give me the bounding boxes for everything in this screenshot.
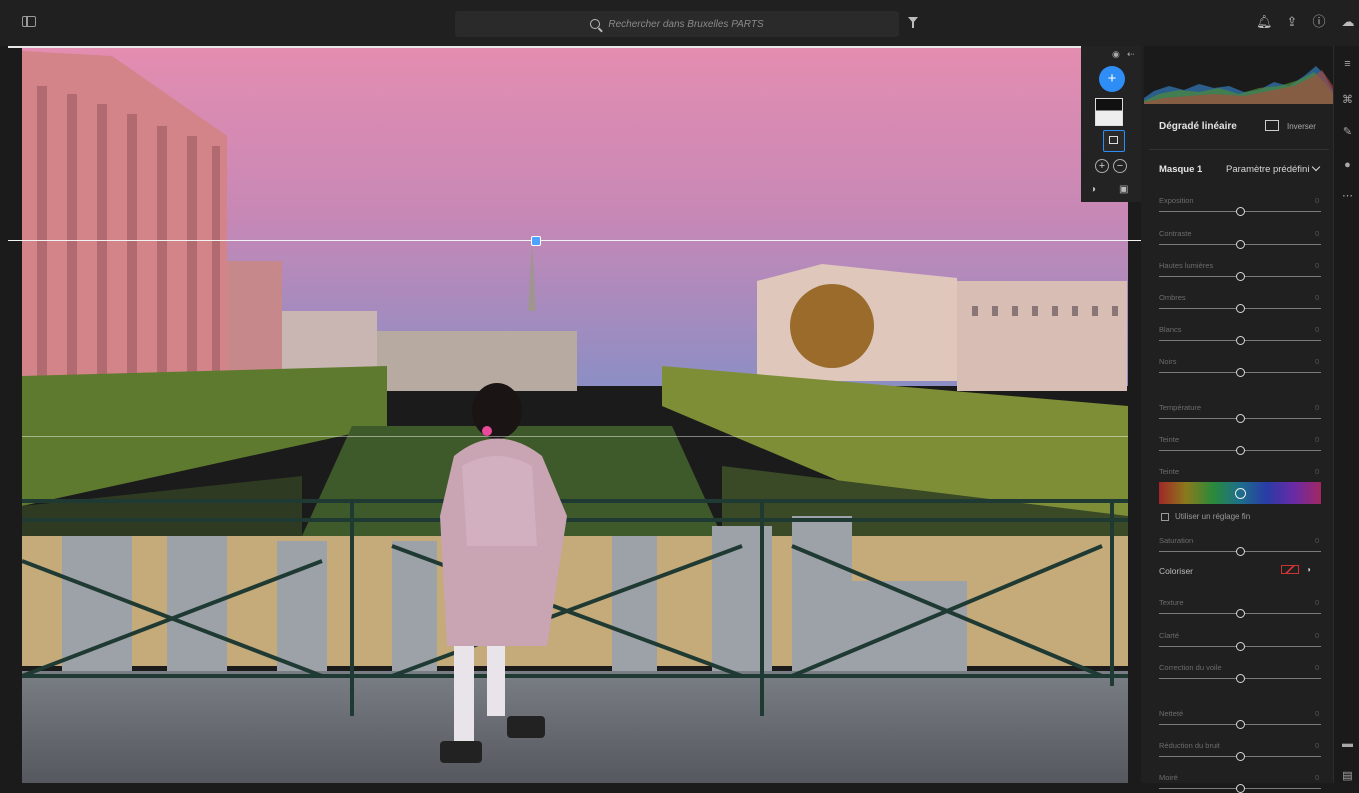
mask-adjustments-panel: Dégradé linéaire Inverser Masque 1 Param… xyxy=(1141,46,1333,793)
toggle-panel-icon[interactable] xyxy=(22,16,36,27)
slider-knob[interactable] xyxy=(1235,784,1245,793)
more-icon[interactable]: ⋯ xyxy=(1341,190,1354,203)
slider-label: Netteté xyxy=(1159,709,1184,718)
slider-knob[interactable] xyxy=(1235,642,1245,651)
top-bar: Rechercher dans Bruxelles PARTS 🔔︎ ⇪ ⓘ ☁ xyxy=(0,0,1359,46)
colorize-label: Coloriser xyxy=(1159,566,1194,576)
slider-knob[interactable] xyxy=(1235,609,1245,618)
add-mask-button[interactable]: + xyxy=(1099,66,1125,92)
slider-value: 0 xyxy=(1315,741,1320,750)
tools-strip: ≡ ⌘ ✎ ● ⋯ ▬ ▤ xyxy=(1333,46,1359,783)
slider-value: 0 xyxy=(1315,631,1320,640)
photo-canvas[interactable] xyxy=(22,46,1128,783)
hue-slider-knob[interactable] xyxy=(1235,488,1246,499)
edit-sliders-icon[interactable]: ≡ xyxy=(1341,58,1354,71)
color-swatch[interactable] xyxy=(1281,565,1299,574)
mask-name[interactable]: Masque 1 xyxy=(1159,164,1202,175)
slider-label: Hautes lumières xyxy=(1159,261,1214,270)
filter-icon[interactable] xyxy=(908,17,918,28)
slider-knob[interactable] xyxy=(1235,674,1245,683)
slider-knob[interactable] xyxy=(1235,336,1245,345)
slider-knob[interactable] xyxy=(1235,414,1245,423)
photo-top-edge-line xyxy=(8,46,1083,48)
overlay-toggle-icon[interactable]: ◑ xyxy=(1090,184,1096,195)
collapse-icon[interactable]: ⇠ xyxy=(1127,49,1135,60)
slider-knob[interactable] xyxy=(1235,368,1245,377)
slider-value: 0 xyxy=(1315,467,1320,476)
slider-knob[interactable] xyxy=(1235,752,1245,761)
invert-icon[interactable] xyxy=(1265,120,1279,131)
comment-icon[interactable]: ▬ xyxy=(1341,738,1354,751)
search-bar[interactable]: Rechercher dans Bruxelles PARTS xyxy=(455,11,899,37)
search-icon xyxy=(590,19,601,29)
slider-value: 0 xyxy=(1315,196,1320,205)
cloud-icon[interactable]: ☁ xyxy=(1340,14,1356,30)
slider-value: 0 xyxy=(1315,709,1320,718)
tag-icon[interactable]: ▤ xyxy=(1341,770,1354,783)
help-icon[interactable]: ⓘ xyxy=(1311,14,1327,30)
slider-value: 0 xyxy=(1315,435,1320,444)
slider-value: 0 xyxy=(1315,403,1320,412)
slider-knob[interactable] xyxy=(1235,720,1245,729)
preset-dropdown[interactable]: Paramètre prédéfini xyxy=(1226,164,1309,175)
histogram xyxy=(1144,46,1333,104)
slider-label: Moiré xyxy=(1159,773,1178,782)
fine-tune-label: Utiliser un réglage fin xyxy=(1175,512,1251,521)
linear-gradient-thumbnail[interactable] xyxy=(1103,130,1125,152)
slider-value: 0 xyxy=(1315,598,1320,607)
slider-label: Exposition xyxy=(1159,196,1194,205)
slider-knob[interactable] xyxy=(1235,272,1245,281)
slider-label: Réduction du bruit xyxy=(1159,741,1220,750)
slider-label: Teinte xyxy=(1159,435,1180,444)
slider-knob[interactable] xyxy=(1235,547,1245,556)
mask-thumbnail[interactable] xyxy=(1095,98,1123,126)
slider-label: Correction du voile xyxy=(1159,663,1222,672)
add-to-mask-icon[interactable]: + xyxy=(1095,159,1109,173)
bell-icon[interactable]: 🔔︎ xyxy=(1256,14,1273,30)
masks-panel: ◉ ⇠ + + − ◑ ▣ xyxy=(1081,46,1141,202)
slider-value: 0 xyxy=(1315,663,1320,672)
slider-label: Saturation xyxy=(1159,536,1194,545)
divider xyxy=(1149,149,1329,150)
slider-value: 0 xyxy=(1315,536,1320,545)
search-placeholder: Rechercher dans Bruxelles PARTS xyxy=(608,18,764,30)
panel-title: Dégradé linéaire xyxy=(1159,121,1237,132)
slider-label: Teinte xyxy=(1159,467,1180,476)
masking-icon[interactable]: ● xyxy=(1341,159,1354,172)
slider-value: 0 xyxy=(1315,261,1320,270)
crop-icon[interactable]: ⌘ xyxy=(1341,94,1354,107)
slider-label: Contraste xyxy=(1159,229,1192,238)
slider-label: Blancs xyxy=(1159,325,1182,334)
photo-image xyxy=(22,46,1128,783)
gradient-pin-handle[interactable] xyxy=(531,236,541,246)
slider-knob[interactable] xyxy=(1235,304,1245,313)
eye-icon[interactable]: ◉ xyxy=(1112,49,1120,60)
slider-value: 0 xyxy=(1315,325,1320,334)
slider-value: 0 xyxy=(1315,293,1320,302)
slider-value: 0 xyxy=(1315,773,1320,782)
share-icon[interactable]: ⇪ xyxy=(1284,14,1300,30)
slider-knob[interactable] xyxy=(1235,446,1245,455)
colorize-toggle-icon[interactable]: ◑ xyxy=(1306,565,1316,574)
slider-label: Température xyxy=(1159,403,1202,412)
slider-label: Ombres xyxy=(1159,293,1186,302)
subtract-from-mask-icon[interactable]: − xyxy=(1113,159,1127,173)
healing-brush-icon[interactable]: ✎ xyxy=(1341,126,1354,139)
invert-button[interactable]: Inverser xyxy=(1287,122,1316,131)
chevron-down-icon[interactable] xyxy=(1311,162,1321,172)
slider-value: 0 xyxy=(1315,357,1320,366)
gradient-center-line[interactable] xyxy=(8,240,1142,241)
mask-options-icon[interactable]: ▣ xyxy=(1119,184,1128,195)
slider-label: Noirs xyxy=(1159,357,1177,366)
slider-label: Clarté xyxy=(1159,631,1180,640)
slider-value: 0 xyxy=(1315,229,1320,238)
slider-knob[interactable] xyxy=(1235,207,1245,216)
fine-tune-checkbox[interactable] xyxy=(1161,513,1169,521)
slider-knob[interactable] xyxy=(1235,240,1245,249)
slider-label: Texture xyxy=(1159,598,1184,607)
gradient-end-line[interactable] xyxy=(22,436,1128,437)
